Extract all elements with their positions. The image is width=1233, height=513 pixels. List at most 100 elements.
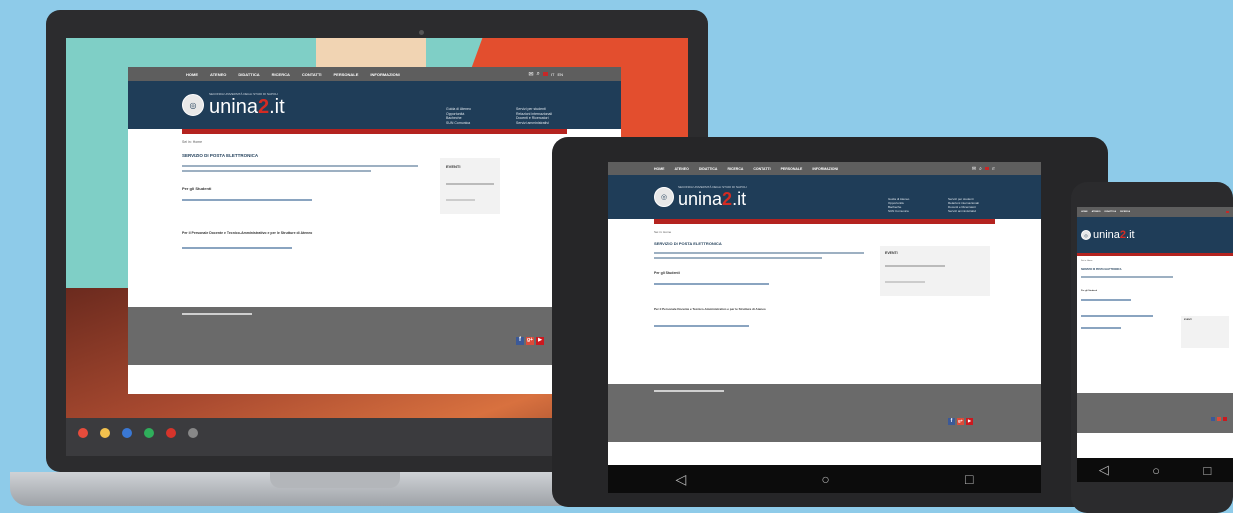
nav-ricerca[interactable]: RICERCA — [1120, 211, 1130, 213]
mail-icon[interactable]: ✉ — [528, 71, 533, 78]
docs-icon[interactable] — [122, 428, 132, 438]
intro-text — [182, 165, 418, 172]
students-link[interactable] — [1081, 299, 1131, 301]
flag-icon[interactable] — [1226, 211, 1229, 213]
googleplus-icon[interactable] — [1217, 417, 1221, 421]
site-logo[interactable]: ◎ unina2.it — [1081, 222, 1135, 248]
breadcrumb: Sei in: Home — [654, 230, 672, 234]
search-icon[interactable]: ⌕ — [537, 71, 540, 78]
students-heading: Per gli Studenti — [1081, 290, 1098, 292]
staff-heading: Per il Personale Docente e Tecnico-Ammin… — [182, 231, 313, 235]
events-title: EVENTI — [1184, 319, 1192, 321]
apps-icon[interactable] — [188, 428, 198, 438]
staff-heading: Per il Personale Docente e Tecnico-Ammin… — [654, 307, 766, 311]
intro-text — [1081, 276, 1173, 278]
nav-home[interactable]: HOME — [186, 72, 198, 77]
main-nav: HOME ATENEO DIDATTICA RICERCA CONTATTI P… — [128, 67, 621, 81]
youtube-icon[interactable]: ▶ — [966, 418, 973, 425]
events-title: EVENTI — [446, 164, 461, 169]
recents-icon[interactable]: □ — [965, 471, 973, 487]
nav-personale[interactable]: PERSONALE — [334, 72, 359, 77]
googleplus-icon[interactable]: g+ — [526, 337, 534, 345]
events-title: EVENTI — [885, 251, 898, 255]
nav-personale[interactable]: PERSONALE — [781, 167, 803, 171]
chrome-icon[interactable] — [78, 428, 88, 438]
mail-icon[interactable]: ✉ — [972, 166, 976, 172]
social-links: f g+ ▶ — [948, 418, 973, 425]
university-seal-icon: ◎ — [1081, 230, 1091, 240]
googleplus-icon[interactable]: g+ — [957, 418, 964, 425]
link-guida[interactable]: Guida di Ateneo — [446, 107, 471, 112]
nav-didattica[interactable]: DIDATTICA — [1105, 211, 1117, 213]
nav-home[interactable]: HOME — [654, 167, 665, 171]
main-content: Sei in: Home SERVIZIO DI POSTA ELETTRONI… — [1077, 256, 1233, 396]
brand-logo: unina2.it — [209, 96, 285, 118]
back-icon[interactable]: ◁ — [1099, 462, 1109, 478]
home-icon[interactable]: ○ — [821, 471, 829, 487]
link-servizi-amm[interactable]: Servizi amministrativi — [516, 121, 552, 126]
staff-link[interactable] — [182, 247, 292, 249]
nav-contatti[interactable]: CONTATTI — [753, 167, 770, 171]
home-icon[interactable]: ○ — [1152, 463, 1160, 478]
nav-ricerca[interactable]: RICERCA — [727, 167, 743, 171]
search-icon[interactable]: ⌕ — [979, 166, 982, 172]
camera-icon — [419, 30, 424, 35]
students-link[interactable] — [182, 199, 312, 201]
nav-ateneo[interactable]: ATENEO — [675, 167, 689, 171]
link-docenti[interactable]: Docenti e Ricercatori — [516, 116, 552, 121]
staff-link[interactable] — [1081, 327, 1121, 329]
main-nav: HOME ATENEO DIDATTICA RICERCA — [1077, 207, 1233, 217]
header-links-right: Servizi per studenti Relazioni internazi… — [516, 107, 552, 125]
link-sun-comunica[interactable]: SUN Comunica — [888, 209, 909, 214]
site-header: ◎ SECONDA UNIVERSITÀ DEGLI STUDI DI NAPO… — [128, 81, 621, 129]
facebook-icon[interactable]: f — [516, 337, 524, 345]
social-links — [1211, 417, 1227, 421]
recents-icon[interactable]: □ — [1203, 463, 1211, 478]
breadcrumb: Sei in: Home — [182, 140, 203, 144]
youtube-icon[interactable] — [166, 428, 176, 438]
tablet-webpage: HOME ATENEO DIDATTICA RICERCA CONTATTI P… — [608, 162, 1041, 465]
flag-icon[interactable] — [984, 167, 989, 170]
nav-didattica[interactable]: DIDATTICA — [699, 167, 718, 171]
nav-informazioni[interactable]: INFORMAZIONI — [812, 167, 838, 171]
site-logo[interactable]: ◎ SECONDA UNIVERSITÀ DEGLI STUDI DI NAPO… — [654, 181, 747, 213]
breadcrumb: Sei in: Home — [1081, 260, 1093, 262]
nav-contatti[interactable]: CONTATTI — [302, 72, 322, 77]
youtube-icon[interactable] — [1223, 417, 1227, 421]
nav-informazioni[interactable]: INFORMAZIONI — [370, 72, 399, 77]
university-seal-icon: ◎ — [182, 94, 204, 116]
back-icon[interactable]: ◁ — [676, 471, 687, 488]
nav-ateneo[interactable]: ATENEO — [1092, 211, 1101, 213]
university-seal-icon: ◎ — [654, 187, 674, 207]
lang-it[interactable]: IT — [992, 167, 995, 171]
main-nav: HOME ATENEO DIDATTICA RICERCA CONTATTI P… — [608, 162, 1041, 175]
header-links-left: Guida di Ateneo Opportunità Bacheche SUN… — [446, 107, 471, 125]
flag-icon[interactable] — [542, 72, 548, 76]
nav-ateneo[interactable]: ATENEO — [210, 72, 226, 77]
intro-text — [654, 252, 864, 259]
nav-ricerca[interactable]: RICERCA — [272, 72, 290, 77]
link-sun-comunica[interactable]: SUN Comunica — [446, 121, 471, 126]
laptop-webpage: HOME ATENEO DIDATTICA RICERCA CONTATTI P… — [128, 67, 621, 394]
lang-en[interactable]: EN — [557, 72, 563, 77]
students-link[interactable] — [654, 283, 769, 285]
nav-home[interactable]: HOME — [1081, 211, 1088, 213]
tablet-system-nav: ◁ ○ □ — [608, 465, 1041, 493]
site-header: ◎ SECONDA UNIVERSITÀ DEGLI STUDI DI NAPO… — [608, 175, 1041, 219]
phone-webpage: HOME ATENEO DIDATTICA RICERCA ◎ unina2.i… — [1077, 207, 1233, 458]
site-footer — [1077, 393, 1233, 433]
facebook-icon[interactable] — [1211, 417, 1215, 421]
site-header: ◎ unina2.it — [1077, 217, 1233, 253]
site-footer: f g+ ▶ — [608, 384, 1041, 442]
brand-logo: unina2.it — [678, 189, 747, 209]
gmail-icon[interactable] — [100, 428, 110, 438]
facebook-icon[interactable]: f — [948, 418, 955, 425]
drive-icon[interactable] — [144, 428, 154, 438]
lang-it[interactable]: IT — [551, 72, 555, 77]
link-servizi-amm[interactable]: Servizi amministrativi — [948, 209, 979, 214]
youtube-icon[interactable]: ▶ — [536, 337, 544, 345]
nav-didattica[interactable]: DIDATTICA — [238, 72, 259, 77]
header-links-right: Servizi per studenti Relazioni internazi… — [948, 197, 979, 214]
site-logo[interactable]: ◎ SECONDA UNIVERSITÀ DEGLI STUDI DI NAPO… — [182, 87, 285, 123]
staff-link[interactable] — [654, 325, 749, 327]
